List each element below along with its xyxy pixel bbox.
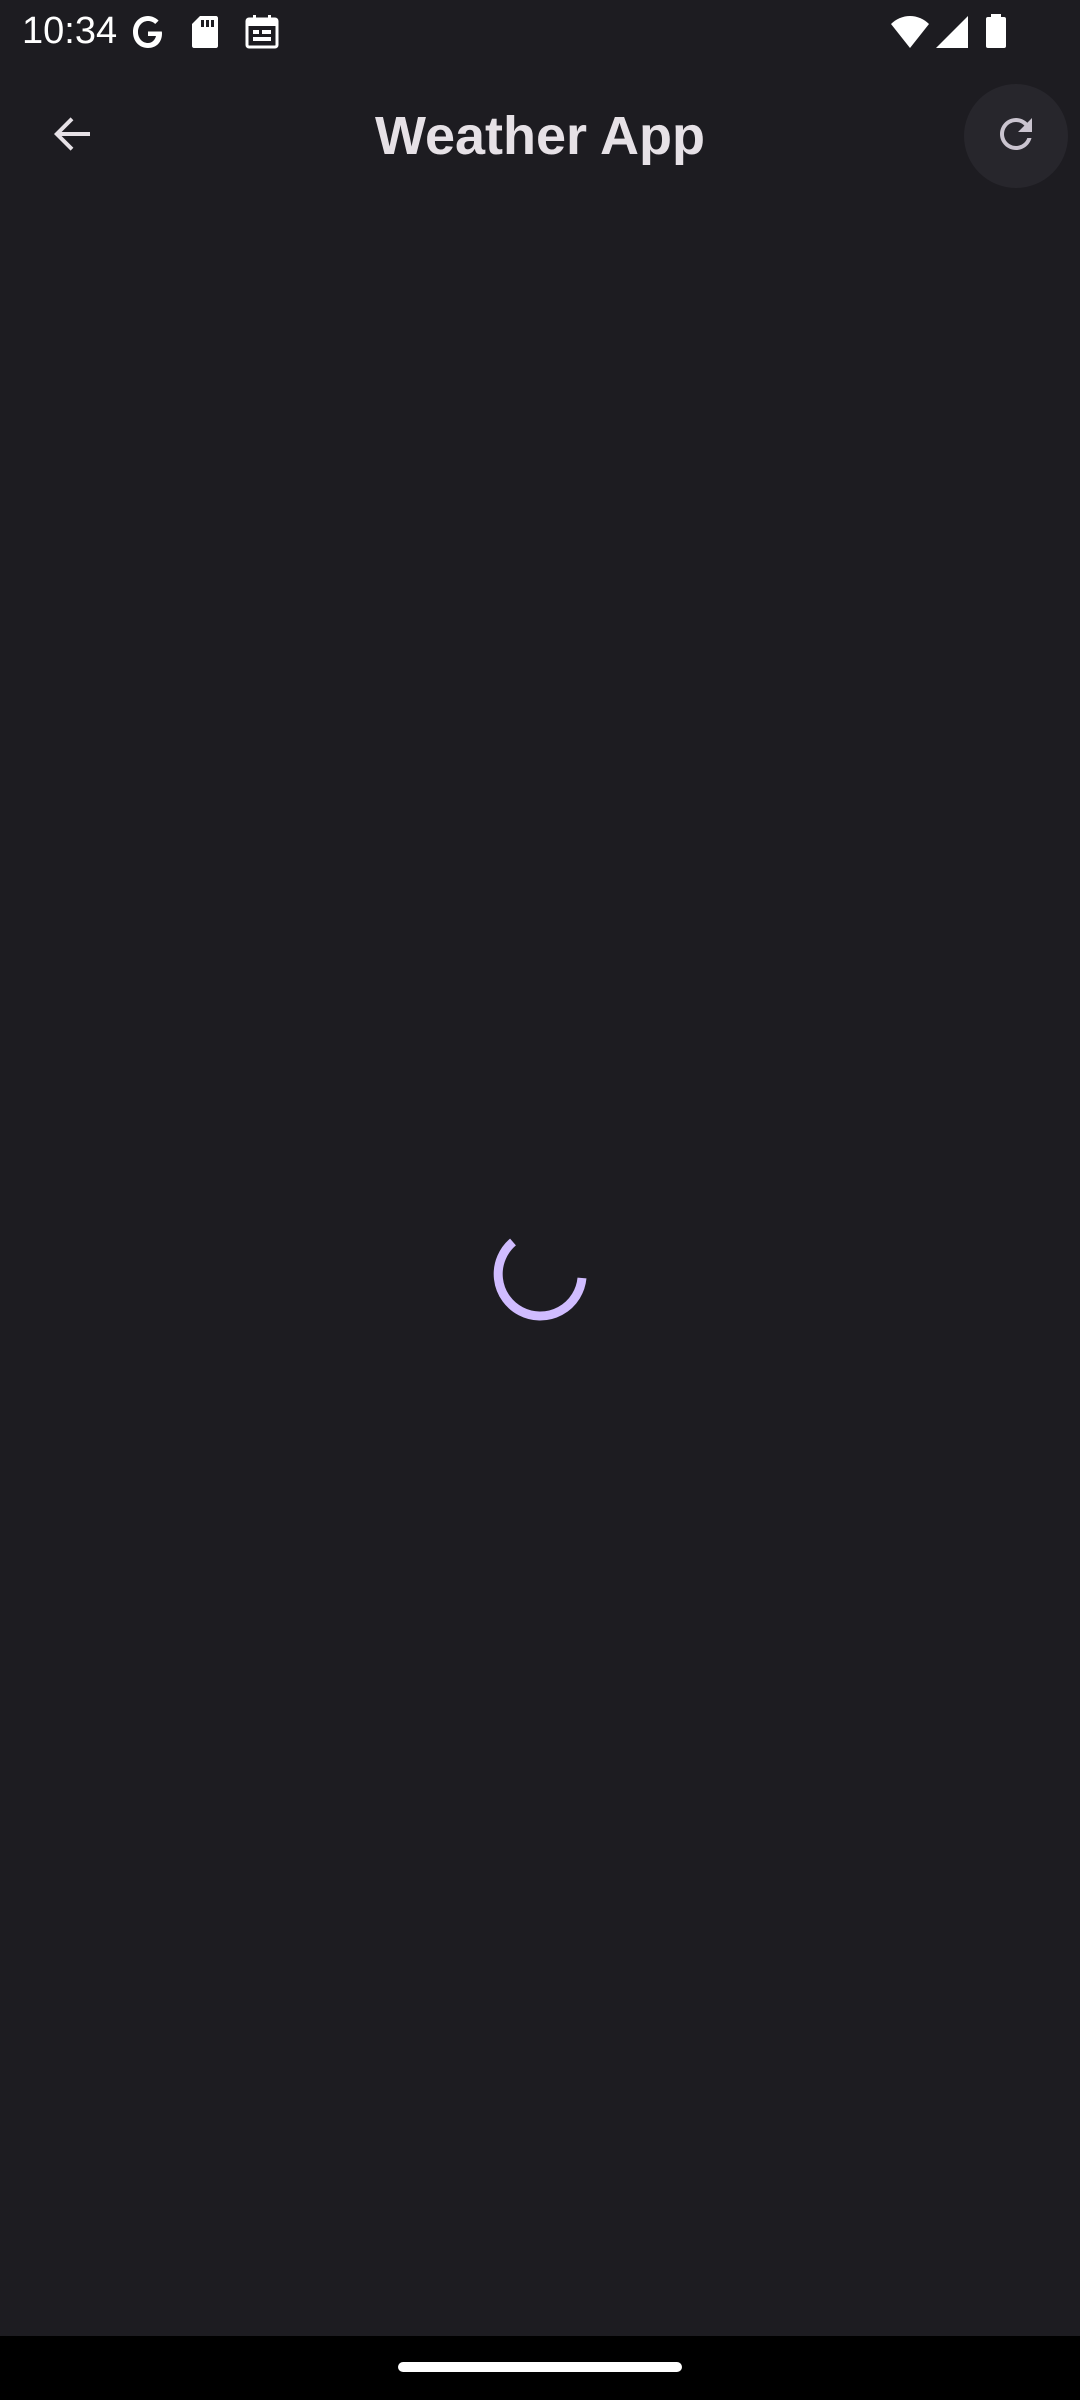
refresh-button[interactable] xyxy=(964,84,1068,188)
sd-card-icon xyxy=(190,12,220,52)
wifi-icon xyxy=(890,12,930,52)
gesture-handle[interactable] xyxy=(398,2362,682,2372)
google-icon xyxy=(130,12,166,52)
gesture-nav-bar xyxy=(0,2336,1080,2400)
loading-spinner xyxy=(486,1224,594,1332)
app-bar: Weather App xyxy=(0,64,1080,208)
screen: 10:34 Weather App xyxy=(0,0,1080,2400)
arrow-back-icon xyxy=(48,110,96,163)
status-bar: 10:34 xyxy=(0,0,1080,64)
page-title: Weather App xyxy=(374,106,706,166)
signal-icon xyxy=(934,12,970,52)
status-time: 10:34 xyxy=(22,10,118,52)
battery-icon xyxy=(984,12,1008,52)
back-button[interactable] xyxy=(30,94,114,178)
calendar-icon xyxy=(244,12,280,52)
refresh-icon xyxy=(992,110,1040,163)
